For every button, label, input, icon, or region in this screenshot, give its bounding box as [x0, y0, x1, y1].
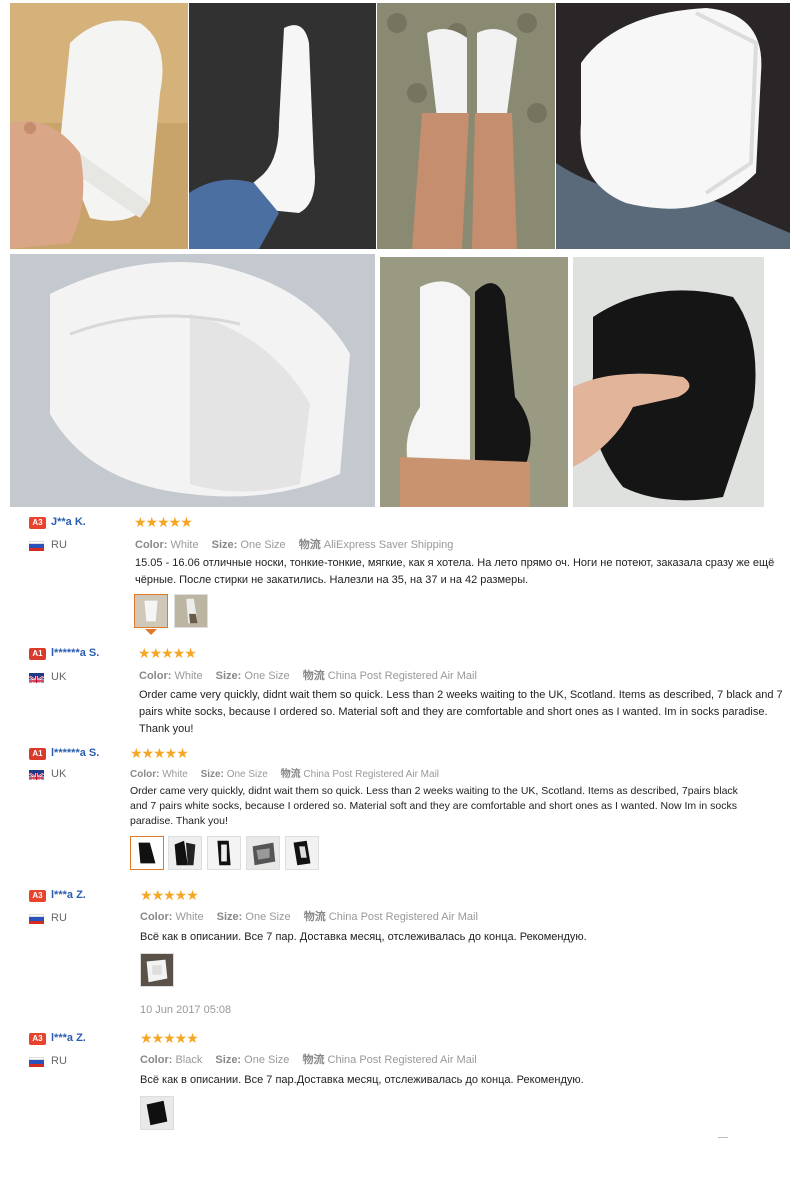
rating-stars: ★★★★★	[140, 887, 199, 903]
flag-ru-icon	[29, 914, 44, 924]
white-socks-legs-photo[interactable]	[377, 3, 555, 249]
review-photo-thumb[interactable]	[130, 836, 164, 870]
review-photo-thumb[interactable]	[246, 836, 280, 870]
order-attributes: Color: White Size: One Size 物流 China Pos…	[130, 769, 440, 780]
reviewer-name[interactable]: J**a K.	[51, 516, 86, 528]
review-text: Всё как в описании. Все 7 пар. Доставка …	[140, 931, 587, 943]
reviewer-country: RU	[51, 1055, 67, 1067]
flag-ru-icon	[29, 541, 44, 551]
review-text: Order came very quickly, didnt wait them…	[139, 689, 783, 735]
review-photo-thumb[interactable]	[140, 1096, 174, 1130]
reviewer-name[interactable]: l******a S.	[51, 647, 99, 659]
buyer-level-badge: A3	[29, 890, 46, 902]
reviewer-name[interactable]: l***a Z.	[51, 889, 86, 901]
reviewer-name[interactable]: l***a Z.	[51, 1032, 86, 1044]
flag-uk-icon	[29, 770, 44, 780]
black-socks-hand-photo[interactable]	[573, 257, 764, 507]
review-text: 15.05 - 16.06 отличные носки, тонкие-тон…	[135, 557, 775, 586]
review-photo-thumb[interactable]	[174, 594, 208, 628]
rating-stars: ★★★★★	[130, 745, 189, 761]
rating-stars: ★★★★★	[134, 514, 193, 530]
review-photo-thumb[interactable]	[168, 836, 202, 870]
buyer-level-badge: A1	[29, 648, 46, 660]
buyer-level-badge: A1	[29, 748, 46, 760]
review-item: A3 l***a Z. RU ★★★★★ Color: Black Size: …	[0, 1029, 800, 1144]
white-sock-hand-photo[interactable]	[10, 3, 188, 249]
reviewer-country: RU	[51, 539, 67, 551]
review-date: 10 Jun 2017 05:08	[140, 1004, 232, 1016]
review-photo-thumb[interactable]	[207, 836, 241, 870]
white-sock-foot-dark-rug-photo[interactable]	[189, 3, 376, 249]
review-photo-thumb[interactable]	[140, 953, 174, 987]
white-socks-closeup-photo[interactable]	[10, 254, 375, 507]
reviewer-country: RU	[51, 912, 67, 924]
buyer-level-badge: A3	[29, 517, 46, 529]
review-text: Всё как в описании. Все 7 пар.Доставка м…	[140, 1074, 584, 1086]
order-attributes: Color: Black Size: One Size 物流 China Pos…	[140, 1054, 477, 1066]
review-item: A3 J**a K. RU ★★★★★ Color: White Size: O…	[0, 512, 800, 637]
review-photo-thumb[interactable]	[134, 594, 168, 628]
white-socks-pile-photo[interactable]	[556, 3, 790, 249]
order-attributes: Color: White Size: One Size 物流 China Pos…	[140, 911, 478, 923]
divider	[718, 1137, 728, 1138]
reviewer-name[interactable]: l******a S.	[51, 747, 99, 759]
review-text: Order came very quickly, didnt wait them…	[130, 785, 738, 827]
reviewer-country: UK	[51, 768, 67, 780]
buyer-level-badge: A3	[29, 1033, 46, 1045]
rating-stars: ★★★★★	[140, 1030, 199, 1046]
review-photo-thumb[interactable]	[285, 836, 319, 870]
white-and-black-sock-photo[interactable]	[380, 257, 568, 507]
review-item: A3 l***a Z. RU ★★★★★ Color: White Size: …	[0, 886, 800, 1026]
selected-thumb-caret	[145, 629, 157, 635]
order-attributes: Color: White Size: One Size 物流 China Pos…	[139, 670, 477, 682]
rating-stars: ★★★★★	[138, 645, 197, 661]
review-item: A1 l******a S. UK ★★★★★ Color: White Siz…	[0, 744, 800, 874]
reviewer-country: UK	[51, 671, 67, 683]
review-item: A1 l******a S. UK ★★★★★ Color: White Siz…	[0, 643, 800, 738]
flag-uk-icon	[29, 673, 44, 683]
order-attributes: Color: White Size: One Size 物流 AliExpres…	[135, 539, 454, 551]
flag-ru-icon	[29, 1057, 44, 1067]
